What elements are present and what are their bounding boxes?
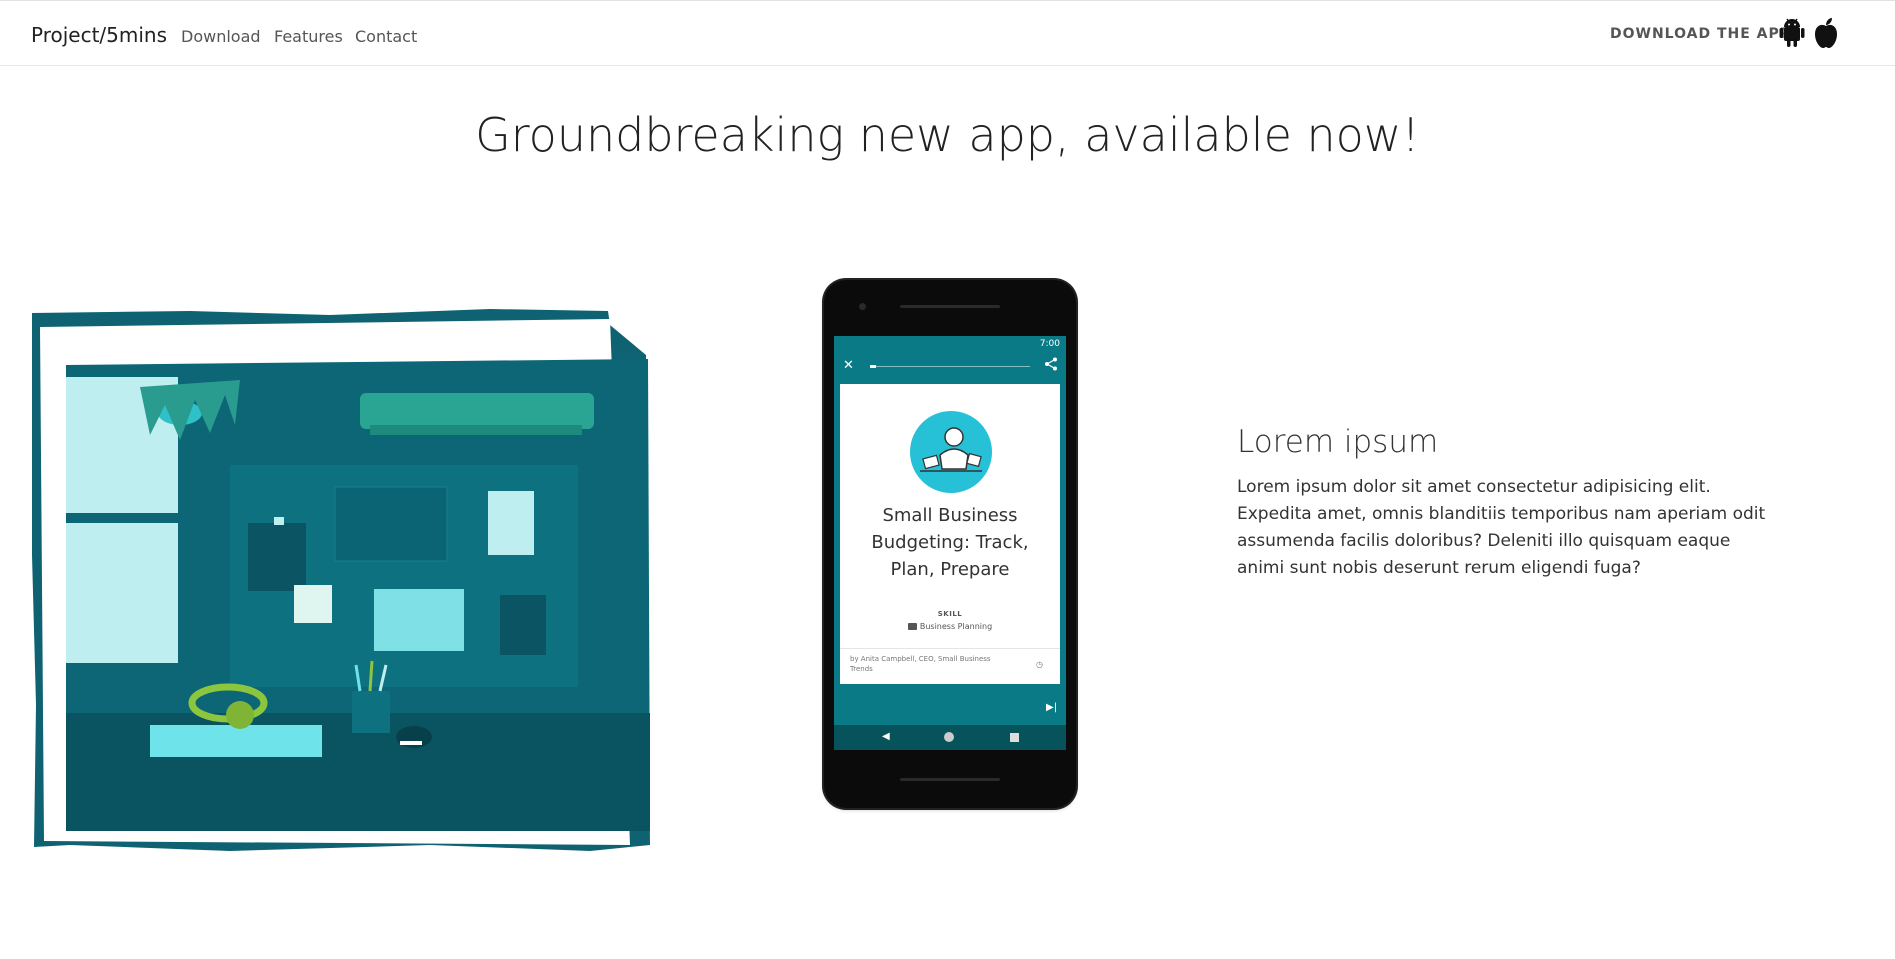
- skill-label: SKILL: [937, 610, 963, 618]
- download-app-label: DOWNLOAD THE APP: [1610, 26, 1792, 42]
- phone-mockup: 7:00 ✕ Small Business Budgeting: Track, …: [824, 280, 1076, 808]
- status-time: 7:00: [1039, 339, 1060, 349]
- progress-fill: [870, 365, 876, 368]
- clock-icon: ◷: [1036, 660, 1043, 669]
- feature-body: Lorem ipsum dolor sit amet consectetur a…: [1237, 477, 1766, 578]
- share-icon[interactable]: [1044, 357, 1058, 371]
- brand-link[interactable]: Project/5mins: [31, 23, 167, 47]
- divider: [840, 648, 1060, 649]
- navbar: Project/5mins Download Features Contact …: [0, 0, 1895, 66]
- briefcase-icon: [907, 623, 917, 630]
- speaker-shape: [900, 305, 1000, 308]
- skip-next-icon[interactable]: ▶|: [1046, 702, 1057, 713]
- skill-value: Business Planning: [840, 622, 1060, 631]
- recent-apps-icon[interactable]: [1010, 733, 1019, 742]
- android-icon[interactable]: [1778, 17, 1806, 49]
- nav-link-features[interactable]: Features: [274, 27, 343, 46]
- back-icon[interactable]: ◀: [882, 731, 890, 742]
- home-icon[interactable]: [944, 732, 954, 742]
- progress-track: [870, 366, 1030, 367]
- status-bar: 7:00: [834, 336, 1066, 352]
- player-toolbar: ✕: [834, 352, 1066, 380]
- hero-headline: Groundbreaking new app, available now!: [475, 108, 1420, 162]
- nav-link-contact[interactable]: Contact: [355, 27, 417, 46]
- camera-shape: [859, 303, 866, 310]
- course-author: by Anita Campbell, CEO, Small Business T…: [850, 655, 991, 673]
- office-illustration: [32, 309, 650, 851]
- course-card[interactable]: Small Business Budgeting: Track, Plan, P…: [840, 384, 1060, 684]
- apple-icon[interactable]: [1812, 17, 1840, 49]
- speaker-shape-bottom: [900, 778, 1000, 781]
- android-nav-bar: ◀: [834, 725, 1066, 750]
- phone-screen: 7:00 ✕ Small Business Budgeting: Track, …: [834, 336, 1066, 750]
- feature-title: Lorem ipsum: [1237, 424, 1439, 460]
- close-icon[interactable]: ✕: [843, 358, 854, 373]
- phone-body: 7:00 ✕ Small Business Budgeting: Track, …: [824, 280, 1076, 808]
- nav-link-download[interactable]: Download: [181, 27, 261, 46]
- course-title: Small Business Budgeting: Track, Plan, P…: [871, 505, 1029, 580]
- skill-value-text: Business Planning: [919, 622, 993, 631]
- instructor-illustration: [910, 411, 992, 493]
